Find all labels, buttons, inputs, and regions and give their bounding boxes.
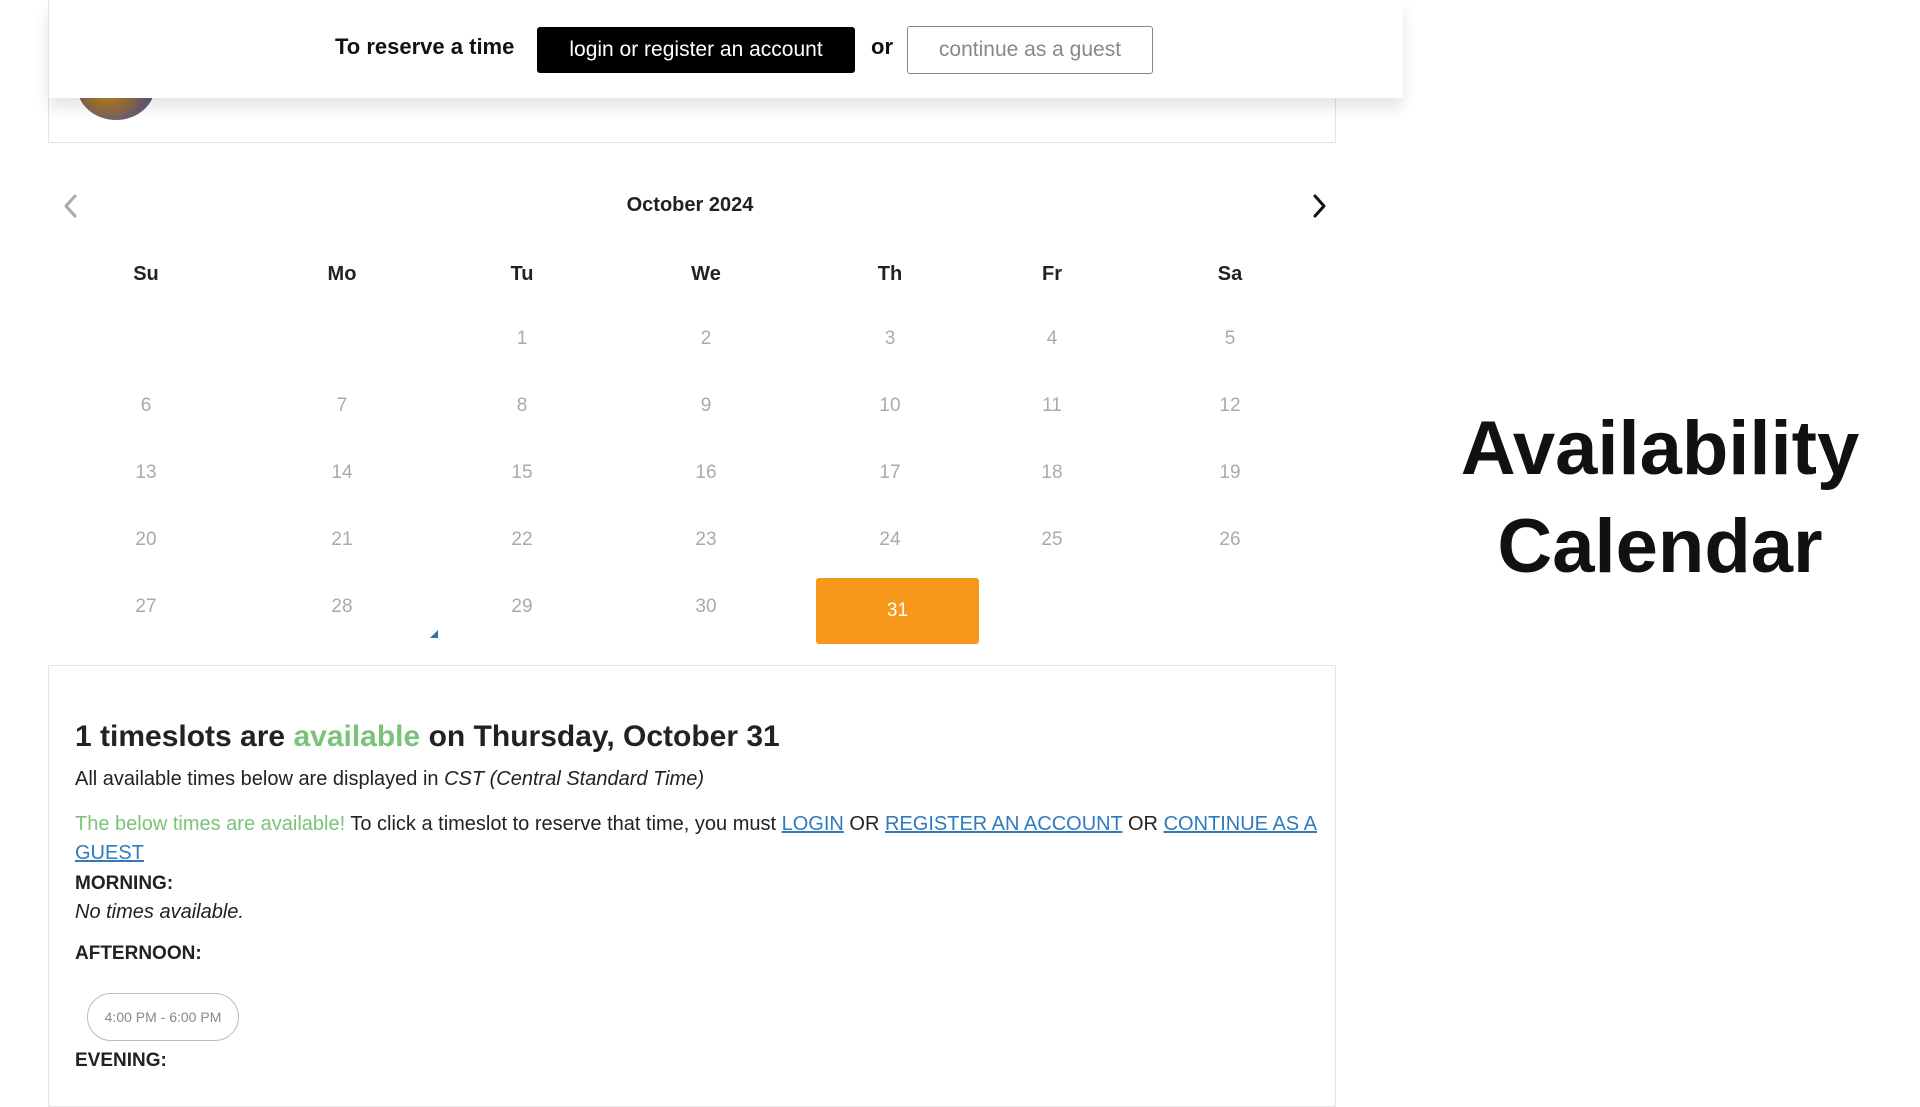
or-text-1: OR	[849, 813, 880, 835]
continue-as-guest-button[interactable]: continue as a guest	[907, 26, 1153, 74]
afternoon-label: AFTERNOON:	[75, 943, 202, 964]
timeslot-panel: 1 timeslots are available on Thursday, O…	[48, 665, 1336, 1107]
calendar-day[interactable]: 20	[86, 529, 206, 551]
calendar-day[interactable]: 14	[282, 462, 402, 484]
calendar-day[interactable]: 16	[646, 462, 766, 484]
calendar-day[interactable]: 4	[992, 328, 1112, 350]
calendar-day[interactable]: 24	[830, 529, 950, 551]
timeslot-heading: 1 timeslots are available on Thursday, O…	[75, 720, 780, 754]
instructions-text: To click a timeslot to reserve that time…	[350, 813, 777, 835]
calendar-day[interactable]: 19	[1170, 462, 1290, 484]
heading-count-text: 1 timeslots are	[75, 720, 286, 753]
weekday-label: Sa	[1217, 263, 1243, 285]
next-month-button[interactable]	[1302, 189, 1336, 223]
calendar-day[interactable]: 7	[282, 395, 402, 417]
corner-marker	[430, 630, 438, 638]
weekday-label: Th	[877, 263, 903, 285]
calendar-day[interactable]: 5	[1170, 328, 1290, 350]
calendar-day[interactable]: 13	[86, 462, 206, 484]
timezone-prefix: All available times below are displayed …	[75, 768, 439, 790]
chevron-right-icon	[1313, 194, 1326, 218]
weekday-label: We	[691, 263, 721, 285]
weekday-label: Mo	[327, 263, 357, 285]
banner-or-text: or	[871, 34, 893, 59]
timezone-value: CST (Central Standard Time)	[444, 768, 704, 790]
calendar-day[interactable]: 2	[646, 328, 766, 350]
calendar-day[interactable]: 28	[282, 596, 402, 618]
calendar-day[interactable]: 11	[992, 395, 1112, 417]
weekday-label: Tu	[510, 263, 534, 285]
or-text-2: OR	[1128, 813, 1158, 835]
heading-available-text: available	[293, 720, 421, 753]
calendar-day[interactable]: 22	[462, 529, 582, 551]
side-title-line-1: Availability	[1460, 406, 1860, 491]
reservation-instructions: The below times are available! To click …	[75, 810, 1325, 868]
heading-date-text: on Thursday, October 31	[428, 720, 780, 753]
register-account-link[interactable]: REGISTER AN ACCOUNT	[885, 813, 1122, 835]
reserve-banner: To reserve a time login or register an a…	[48, 0, 1403, 98]
weekday-label: Fr	[1042, 263, 1062, 285]
calendar-day[interactable]: 15	[462, 462, 582, 484]
weekday-label: Su	[133, 263, 159, 285]
side-title: Availability Calendar	[1430, 400, 1890, 596]
reserve-label: To reserve a time	[335, 34, 515, 59]
calendar-day[interactable]: 26	[1170, 529, 1290, 551]
timeslot-button[interactable]: 4:00 PM - 6:00 PM	[87, 993, 239, 1041]
month-title: October 2024	[626, 194, 754, 216]
calendar-day[interactable]: 10	[830, 395, 950, 417]
calendar-day[interactable]: 3	[830, 328, 950, 350]
calendar-day[interactable]: 6	[86, 395, 206, 417]
calendar-day[interactable]: 21	[282, 529, 402, 551]
calendar-day[interactable]: 8	[462, 395, 582, 417]
calendar-day[interactable]: 27	[86, 596, 206, 618]
calendar-day[interactable]: 12	[1170, 395, 1290, 417]
calendar-day[interactable]: 18	[992, 462, 1112, 484]
calendar-day[interactable]: 23	[646, 529, 766, 551]
calendar-day[interactable]: 17	[830, 462, 950, 484]
morning-label: MORNING:	[75, 873, 174, 894]
calendar-day[interactable]: 1	[462, 328, 582, 350]
instructions-available: The below times are available!	[75, 813, 346, 835]
calendar-day[interactable]: 29	[462, 596, 582, 618]
login-register-button[interactable]: login or register an account	[537, 27, 855, 73]
calendar-day[interactable]: 30	[646, 596, 766, 618]
timezone-note: All available times below are displayed …	[75, 768, 704, 791]
calendar-day[interactable]: 25	[992, 529, 1112, 551]
morning-no-times: No times available.	[75, 901, 244, 923]
calendar-day[interactable]: 9	[646, 395, 766, 417]
login-link[interactable]: LOGIN	[782, 813, 844, 835]
side-title-line-2: Calendar	[1497, 504, 1823, 589]
evening-label: EVENING:	[75, 1050, 167, 1071]
calendar-day-selected[interactable]: 31	[816, 578, 979, 644]
